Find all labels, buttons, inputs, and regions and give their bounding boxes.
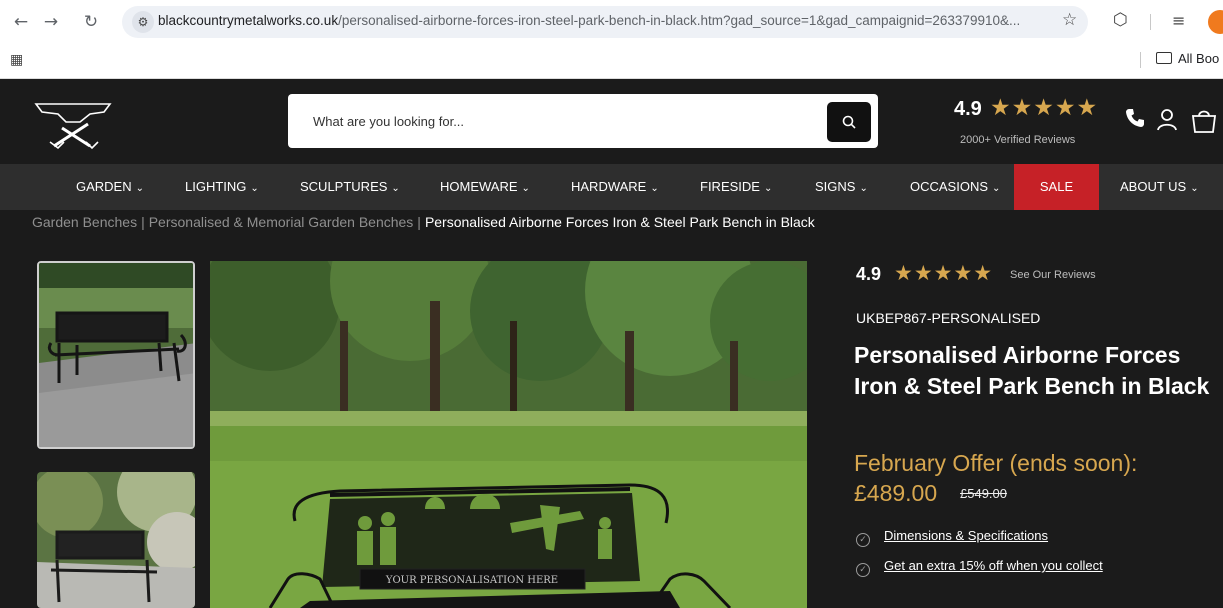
bookmarks-divider: [1140, 52, 1141, 68]
back-icon[interactable]: ←: [8, 9, 34, 35]
chevron-down-icon: ⌄: [250, 183, 259, 194]
check-circle-icon: ✓: [856, 563, 870, 577]
reading-list-icon[interactable]: ≡: [1172, 11, 1185, 30]
product-price: £489.00: [854, 480, 938, 506]
nav-sale[interactable]: SALE: [1014, 164, 1099, 210]
nav-sculptures[interactable]: SCULPTURES ⌄: [300, 164, 400, 210]
site-info-icon[interactable]: ⚙: [132, 11, 154, 33]
chevron-down-icon: ⌄: [763, 183, 773, 194]
breadcrumb-current: Personalised Airborne Forces Iron & Stee…: [424, 214, 815, 230]
breadcrumb-garden-benches[interactable]: Garden Benches: [32, 214, 137, 230]
nav-about-label: ABOUT US: [1120, 179, 1187, 194]
dimensions-link[interactable]: ✓ Dimensions & Specifications: [856, 528, 1048, 547]
header-stars: ★★★★★: [990, 95, 1099, 121]
account-icon[interactable]: [1156, 107, 1178, 137]
breadcrumb-personalised-benches[interactable]: Personalised & Memorial Garden Benches: [149, 214, 414, 230]
verified-reviews-text[interactable]: 2000+ Verified Reviews: [960, 134, 1075, 146]
chevron-down-icon: ⌄: [992, 183, 1001, 194]
product-title: Personalised Airborne Forces Iron & Stee…: [854, 342, 1210, 399]
nav-occasions-label: OCCASIONS: [910, 179, 989, 194]
all-bookmarks-folder[interactable]: All Boo: [1156, 51, 1219, 66]
extensions-icon[interactable]: ⬡: [1113, 10, 1128, 30]
chevron-down-icon: ⌄: [859, 183, 868, 194]
product-thumbnail-1[interactable]: [37, 261, 195, 449]
nav-garden[interactable]: GARDEN ⌄: [76, 164, 144, 210]
nav-signs-label: SIGNS: [815, 179, 856, 194]
product-stars: ★★★★★: [894, 261, 994, 285]
collect-discount-link[interactable]: ✓ Get an extra 15% off when you collect: [856, 558, 1103, 577]
nav-hardware-label: HARDWARE: [571, 179, 647, 194]
basket-icon[interactable]: [1190, 107, 1218, 139]
product-thumbnail-2[interactable]: [37, 472, 195, 608]
url-path: /personalised-airborne-forces-iron-steel…: [338, 13, 1021, 28]
breadcrumb-separator: |: [141, 214, 145, 230]
nav-lighting[interactable]: LIGHTING ⌄: [185, 164, 259, 210]
product-rating-value: 4.9: [856, 264, 882, 284]
apps-grid-icon[interactable]: ▦: [10, 52, 23, 68]
nav-hardware[interactable]: HARDWARE ⌄: [571, 164, 659, 210]
toolbar-divider: [1150, 14, 1151, 30]
anvil-logo-icon[interactable]: [32, 98, 114, 155]
bookmarks-bar: [0, 44, 1223, 79]
nav-fireside-label: FIRESIDE: [700, 179, 760, 194]
collect-link-text: Get an extra 15% off when you collect: [884, 558, 1103, 573]
forward-icon[interactable]: →: [38, 9, 64, 35]
chevron-down-icon: ⌄: [135, 183, 145, 194]
nav-about-us[interactable]: ABOUT US ⌄: [1120, 164, 1199, 210]
nav-homeware[interactable]: HOMEWARE ⌄: [440, 164, 530, 210]
bench-plaque-text: YOUR PERSONALISATION HERE: [385, 575, 558, 586]
search-icon: [842, 115, 856, 129]
header-rating-value: 4.9: [954, 98, 982, 120]
dimensions-link-text: Dimensions & Specifications: [884, 528, 1049, 543]
nav-fireside[interactable]: FIRESIDE ⌄: [700, 164, 772, 210]
nav-lighting-label: LIGHTING: [185, 179, 247, 194]
breadcrumb: Garden Benches | Personalised & Memorial G…: [32, 214, 815, 230]
nav-occasions[interactable]: OCCASIONS ⌄: [910, 164, 1000, 210]
chevron-down-icon: ⌄: [391, 183, 400, 194]
old-price: £549.00: [960, 486, 1007, 501]
folder-icon: [1156, 52, 1172, 64]
offer-text: February Offer (ends soon):: [854, 450, 1138, 476]
url-host: blackcountrymetalworks.co.uk: [158, 13, 339, 28]
reload-icon[interactable]: ↻: [78, 9, 104, 35]
nav-sculptures-label: SCULPTURES: [300, 179, 388, 194]
nav-signs[interactable]: SIGNS ⌄: [815, 164, 868, 210]
search-button[interactable]: [827, 102, 871, 142]
search-input[interactable]: What are you looking for...: [313, 114, 464, 129]
see-reviews-link[interactable]: See Our Reviews: [1010, 269, 1096, 281]
chevron-down-icon: ⌄: [521, 183, 530, 194]
url-text[interactable]: blackcountrymetalworks.co.uk/personalise…: [158, 13, 1058, 28]
product-sku: UKBEP867-PERSONALISED: [856, 310, 1041, 326]
phone-icon[interactable]: [1124, 107, 1146, 135]
nav-garden-label: GARDEN: [76, 179, 132, 194]
bookmark-star-icon[interactable]: ☆: [1062, 10, 1077, 30]
product-main-image[interactable]: YOUR PERSONALISATION HERE: [210, 261, 807, 608]
chevron-down-icon: ⌄: [650, 183, 659, 194]
breadcrumb-separator: |: [417, 214, 421, 230]
all-bookmarks-label: All Boo: [1178, 51, 1220, 66]
chevron-down-icon: ⌄: [1190, 183, 1199, 194]
check-circle-icon: ✓: [856, 533, 870, 547]
nav-homeware-label: HOMEWARE: [440, 179, 518, 194]
